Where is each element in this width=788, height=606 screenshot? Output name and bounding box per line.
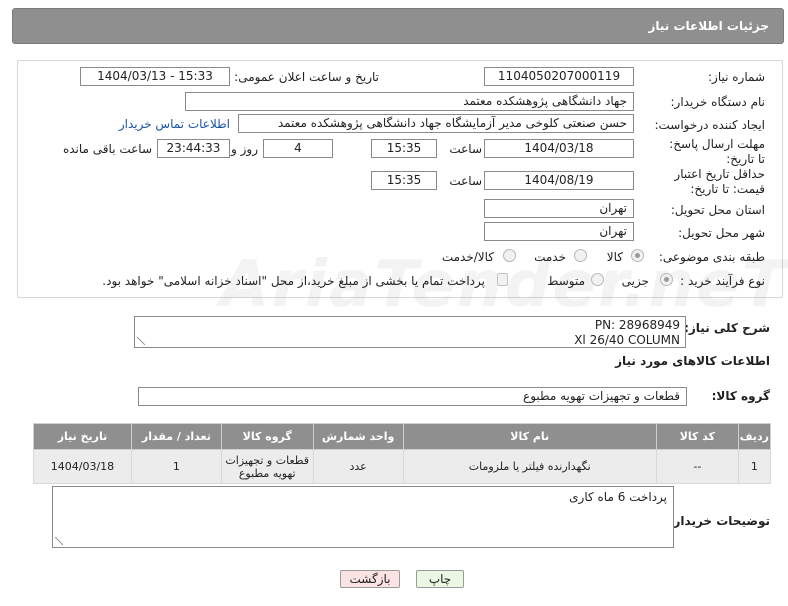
back-button[interactable]: بازگشت — [340, 570, 400, 588]
announce-date-label: تاریخ و ساعت اعلان عمومی: — [234, 70, 379, 84]
city-field[interactable]: تهران — [484, 222, 634, 241]
category-goods-service-radio[interactable] — [503, 249, 516, 262]
buyer-org-field[interactable]: جهاد دانشگاهی پژوهشکده معتمد — [185, 92, 634, 111]
cell-row-number: 1 — [737, 449, 772, 484]
treasury-payment-checkbox[interactable] — [497, 273, 508, 286]
cell-quantity: 1 — [130, 449, 222, 484]
cell-need-date: 1404/03/18 — [33, 449, 132, 484]
creator-field[interactable]: حسن صنعتی کلوخی مدیر آزمایشگاه جهاد دانش… — [238, 114, 634, 133]
cell-goods-group: قطعات و تجهیزات تهویه مطبوع — [220, 449, 314, 484]
category-service-label: خدمت — [534, 250, 566, 264]
cell-unit: عدد — [312, 449, 404, 484]
goods-table-header: ردیف کد کالا نام کالا واحد شمارش گروه کا… — [33, 423, 772, 450]
col-goods-group: گروه کالا — [220, 423, 314, 450]
process-medium-label: متوسط — [547, 274, 585, 288]
category-label: طبقه بندی موضوعی: — [658, 250, 765, 264]
col-quantity: تعداد / مقدار — [130, 423, 222, 450]
process-minor-radio[interactable] — [660, 273, 673, 286]
need-number-field[interactable]: 1104050207000119 — [484, 67, 634, 86]
category-service-radio[interactable] — [574, 249, 587, 262]
need-number-label: شماره نیاز: — [708, 70, 765, 84]
province-label: استان محل تحویل: — [670, 203, 765, 217]
col-need-date: تاریخ نیاز — [33, 423, 132, 450]
city-label: شهر محل تحویل: — [678, 226, 765, 240]
buyer-notes-textarea[interactable]: پرداخت 6 ماه کاری — [52, 486, 674, 548]
price-validity-time-field[interactable]: 15:35 — [371, 171, 437, 190]
price-validity-date-field[interactable]: 1404/08/19 — [484, 171, 634, 190]
price-validity-label: حداقل تاریخ اعتبار قیمت: تا تاریخ: — [674, 167, 765, 196]
description-line-1: PN: 28968949 — [594, 318, 680, 332]
process-type-label: نوع فرآیند خرید : — [680, 274, 765, 288]
treasury-payment-note: پرداخت تمام یا بخشی از مبلغ خرید،از محل … — [102, 274, 485, 288]
description-label: شرح کلی نیاز: — [684, 321, 770, 335]
category-goods-radio[interactable] — [631, 249, 644, 262]
price-validity-time-label: ساعت — [449, 174, 482, 188]
page-header: جزئیات اطلاعات نیاز — [12, 8, 784, 44]
col-row-number: ردیف — [737, 423, 772, 450]
goods-table: ردیف کد کالا نام کالا واحد شمارش گروه کا… — [33, 423, 772, 484]
deadline-time-field[interactable]: 15:35 — [371, 139, 437, 158]
category-goods-service-label: کالا/خدمت — [441, 250, 494, 264]
goods-group-label: گروه کالا: — [711, 389, 770, 403]
buyer-org-label: نام دستگاه خریدار: — [670, 95, 766, 109]
deadline-date-field[interactable]: 1404/03/18 — [484, 139, 634, 158]
category-goods-label: کالا — [606, 250, 623, 264]
creator-label: ایجاد کننده درخواست: — [654, 118, 765, 132]
buyer-notes-text: پرداخت 6 ماه کاری — [569, 490, 667, 504]
province-field[interactable]: تهران — [484, 199, 634, 218]
process-minor-label: جزیی — [621, 274, 649, 288]
description-textarea[interactable]: PN: 28968949 Xl 26/40 COLUMN — [134, 316, 686, 348]
goods-group-field[interactable]: قطعات و تجهیزات تهویه مطبوع — [138, 387, 687, 406]
print-button[interactable]: چاپ — [416, 570, 464, 588]
cell-goods-name: نگهدارنده فیلتر یا ملزومات — [402, 449, 657, 484]
cell-goods-code: -- — [655, 449, 739, 484]
days-remaining-field[interactable]: 4 — [263, 139, 333, 158]
buyer-contact-link[interactable]: اطلاعات تماس خریدار — [119, 117, 230, 131]
col-unit: واحد شمارش — [312, 423, 404, 450]
time-remaining-label: ساعت باقی مانده — [62, 142, 152, 156]
col-goods-name: نام کالا — [402, 423, 657, 450]
process-medium-radio[interactable] — [591, 273, 604, 286]
page-title: جزئیات اطلاعات نیاز — [648, 19, 769, 33]
time-remaining-field[interactable]: 23:44:33 — [157, 139, 230, 158]
description-line-2: Xl 26/40 COLUMN — [574, 333, 680, 347]
days-label: روز و — [231, 142, 258, 156]
col-goods-code: کد کالا — [655, 423, 739, 450]
deadline-label: مهلت ارسال پاسخ: تا تاریخ: — [669, 137, 765, 166]
resize-handle-icon[interactable] — [137, 337, 145, 345]
goods-info-title: اطلاعات کالاهای مورد نیاز — [615, 354, 770, 368]
announce-date-field[interactable]: 1404/03/13 - 15:33 — [80, 67, 230, 86]
resize-handle-icon[interactable] — [55, 537, 63, 545]
deadline-time-label: ساعت — [449, 142, 482, 156]
table-row[interactable]: 1 -- نگهدارنده فیلتر یا ملزومات عدد قطعا… — [33, 449, 772, 484]
buyer-notes-label: توضیحات خریدار: — [668, 514, 770, 528]
